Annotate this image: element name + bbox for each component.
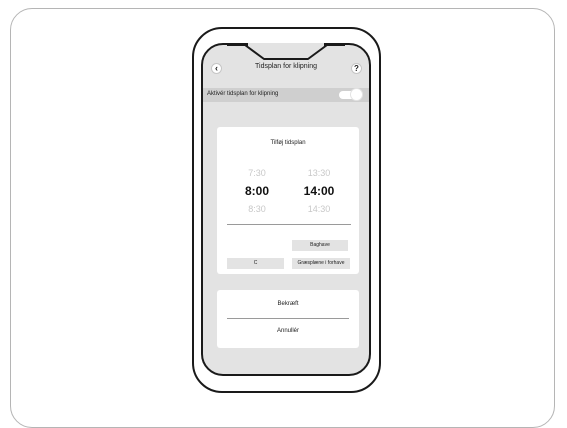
card-divider <box>227 224 351 225</box>
start-time-picker[interactable]: 7:30 8:00 8:30 <box>232 165 282 217</box>
start-time-selected[interactable]: 8:00 <box>232 181 282 201</box>
start-time-prev[interactable]: 7:30 <box>232 165 282 181</box>
zone-chip-c[interactable]: C <box>227 258 284 269</box>
confirm-button[interactable]: Bekræft <box>217 301 359 307</box>
end-time-picker[interactable]: 13:30 14:00 14:30 <box>294 165 344 217</box>
schedule-toggle-label: Aktivér tidsplan for klipning <box>207 91 279 97</box>
phone-screen: ‹ Tidsplan for klipning ? Aktivér tidspl… <box>201 43 371 376</box>
zone-chip-front-lawn[interactable]: Græsplæne i forhave <box>292 258 350 269</box>
zone-chip-baghave[interactable]: Baghave <box>292 240 348 251</box>
start-time-next[interactable]: 8:30 <box>232 201 282 217</box>
phone-notch <box>227 43 345 60</box>
end-time-prev[interactable]: 13:30 <box>294 165 344 181</box>
end-time-selected[interactable]: 14:00 <box>294 181 344 201</box>
toggle-knob <box>351 89 362 100</box>
schedule-toggle[interactable] <box>339 89 362 100</box>
end-time-next[interactable]: 14:30 <box>294 201 344 217</box>
action-card: Bekræft Annullér <box>217 290 359 348</box>
card-title: Tilføj tidsplan <box>270 140 306 146</box>
cancel-button[interactable]: Annullér <box>217 328 359 334</box>
schedule-toggle-row: Aktivér tidsplan for klipning <box>203 88 369 102</box>
action-divider <box>227 318 349 319</box>
add-schedule-card: Tilføj tidsplan 7:30 8:00 8:30 13:30 14:… <box>217 127 359 274</box>
